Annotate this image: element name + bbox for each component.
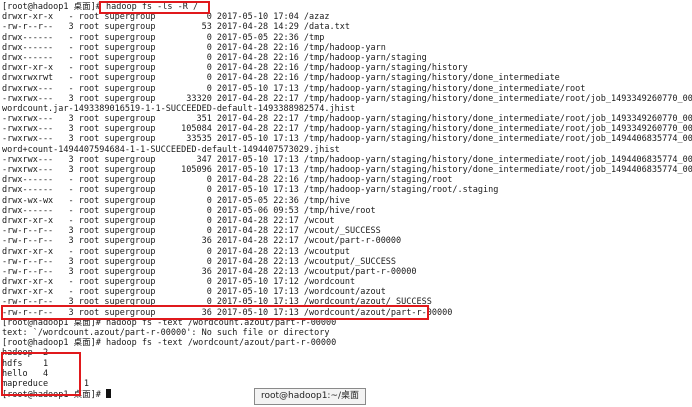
- terminal-line: hadoop 2: [2, 348, 49, 359]
- terminal-line: -rwxrwx--- 3 root supergroup 33320 2017-…: [2, 93, 692, 104]
- terminal-line: drwxr-xr-x - root supergroup 0 2017-05-1…: [2, 277, 356, 288]
- terminal-line: drwx-wx-wx - root supergroup 0 2017-05-0…: [2, 195, 350, 206]
- prompt-text: [root@hadoop1 桌面]#: [2, 390, 106, 400]
- terminal-line: -rwxrwx--- 3 root supergroup 33535 2017-…: [2, 134, 692, 145]
- terminal-line: -rwxrwx--- 3 root supergroup 347 2017-05…: [2, 154, 692, 165]
- text-cursor: [106, 389, 111, 399]
- terminal-line: -rw-r--r-- 3 root supergroup 0 2017-05-1…: [2, 297, 432, 308]
- terminal-line: drwxr-xr-x - root supergroup 0 2017-04-2…: [2, 63, 468, 74]
- terminal-line: drwxrwx--- - root supergroup 0 2017-05-1…: [2, 83, 586, 94]
- terminal-line: hello 4: [2, 368, 49, 379]
- terminal-line: -rwxrwx--- 3 root supergroup 105084 2017…: [2, 124, 692, 135]
- terminal-line: drwx------ - root supergroup 0 2017-04-2…: [2, 52, 427, 63]
- terminal-line: -rw-r--r-- 3 root supergroup 0 2017-04-2…: [2, 256, 397, 267]
- terminal-line: drwxr-xr-x - root supergroup 0 2017-04-2…: [2, 215, 335, 226]
- terminal-line: drwx------ - root supergroup 0 2017-05-0…: [2, 205, 376, 216]
- terminal-line: text: `/wordcount.azout/part-r-00000': N…: [2, 328, 330, 338]
- terminal-output: [root@hadoop1 桌面]# hadoop fs -ls -R / dr…: [2, 2, 692, 399]
- terminal-line: -rw-r--r-- 3 root supergroup 0 2017-04-2…: [2, 226, 381, 237]
- terminal-tooltip: root@hadoop1:~/桌面: [254, 388, 367, 405]
- terminal-line: -rw-r--r-- 3 root supergroup 36 2017-04-…: [2, 266, 417, 277]
- terminal-window[interactable]: [root@hadoop1 桌面]# hadoop fs -ls -R / dr…: [0, 0, 692, 407]
- terminal-line: drwx------ - root supergroup 0 2017-04-2…: [2, 175, 453, 186]
- terminal-line: drwxr-xr-x - root supergroup 0 2017-04-2…: [2, 246, 350, 257]
- terminal-line: -rwxrwx--- 3 root supergroup 351 2017-04…: [2, 114, 692, 125]
- terminal-line: drwx------ - root supergroup 0 2017-04-2…: [2, 42, 386, 53]
- terminal-line: -rwxrwx--- 3 root supergroup 105096 2017…: [2, 165, 692, 175]
- terminal-line: [root@hadoop1 桌面]# hadoop fs -ls -R /: [2, 2, 199, 12]
- terminal-line: [root@hadoop1 桌面]# hadoop fs -text /word…: [2, 317, 337, 328]
- terminal-line: -rw-r--r-- 3 root supergroup 36 2017-05-…: [2, 307, 453, 318]
- terminal-line: [root@hadoop1 桌面]# hadoop fs -text /word…: [2, 338, 337, 349]
- terminal-line: word+count-1494407594684-1-1-SUCCEEDED-d…: [2, 144, 340, 155]
- terminal-line: drwxrwxrwt - root supergroup 0 2017-04-2…: [2, 73, 560, 84]
- terminal-line: drwxr-xr-x - root supergroup 0 2017-05-1…: [2, 287, 386, 298]
- terminal-line: hdfs 1: [2, 358, 49, 369]
- terminal-line: drwx------ - root supergroup 0 2017-05-1…: [2, 185, 499, 196]
- terminal-line: -rw-r--r-- 3 root supergroup 36 2017-04-…: [2, 236, 402, 247]
- terminal-line: drwxr-xr-x - root supergroup 0 2017-05-1…: [2, 12, 330, 23]
- terminal-line: wordcount.jar-1493389016519-1-1-SUCCEEDE…: [2, 103, 356, 114]
- terminal-line: -rw-r--r-- 3 root supergroup 53 2017-04-…: [2, 22, 350, 33]
- terminal-line: drwx------ - root supergroup 0 2017-05-0…: [2, 32, 325, 43]
